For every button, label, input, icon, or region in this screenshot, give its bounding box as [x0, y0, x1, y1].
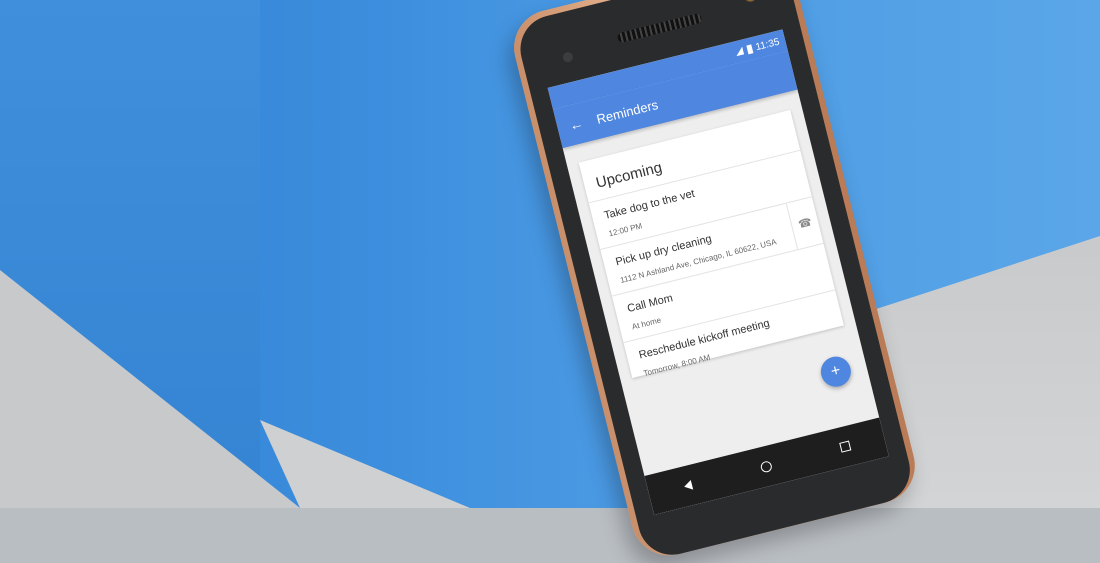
proximity-sensor [561, 51, 574, 64]
earpiece-speaker [616, 12, 703, 44]
battery-icon [745, 43, 753, 54]
nav-home-icon[interactable] [759, 459, 773, 474]
plus-icon: + [829, 361, 843, 381]
nav-back-icon[interactable] [682, 480, 693, 492]
status-time: 11:35 [754, 36, 781, 53]
navigation-bar [644, 417, 889, 515]
add-reminder-button[interactable]: + [817, 353, 855, 390]
arrow-left-icon[interactable]: ← [568, 115, 585, 134]
signal-icon [734, 47, 744, 57]
reminders-card: Upcoming Take dog to the vet 12:00 PM Pi… [578, 109, 847, 389]
nav-recents-icon[interactable] [838, 440, 851, 453]
front-camera-icon [741, 0, 759, 4]
app-bar-title: Reminders [594, 96, 660, 127]
